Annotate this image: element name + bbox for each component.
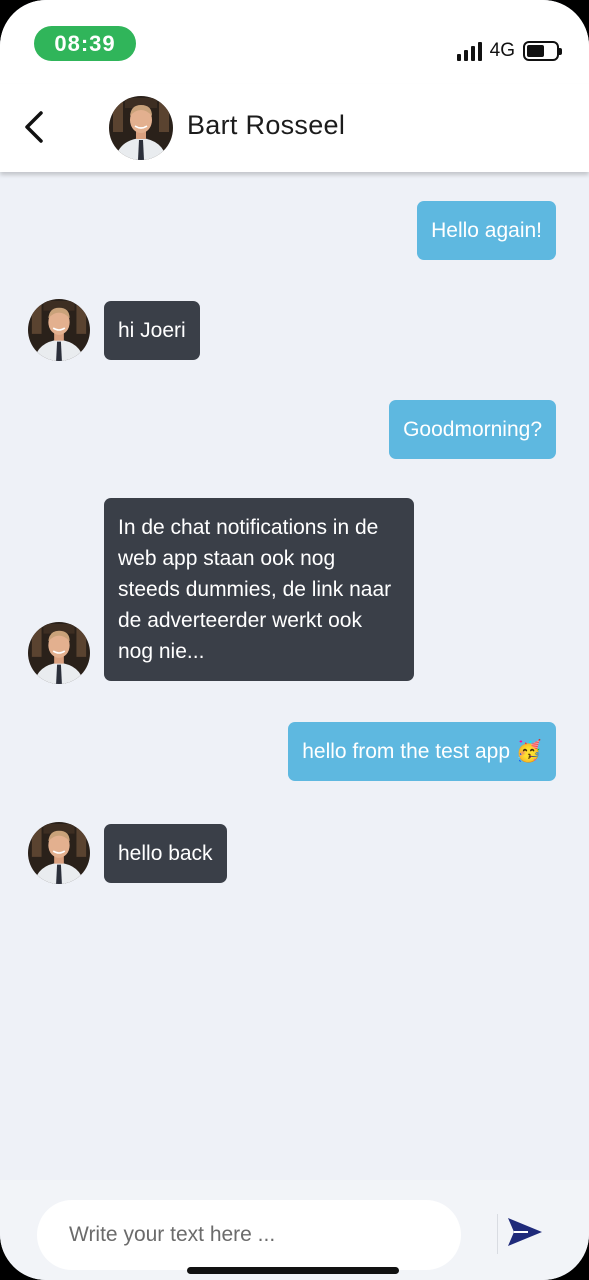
message-bubble-incoming[interactable]: In de chat notifications in de web app s… [104, 498, 414, 681]
send-button[interactable] [506, 1216, 546, 1250]
phone-screen: 08:39 4G Bart Rosseel Hello again! hi Jo… [0, 0, 589, 1280]
message-bubble-outgoing[interactable]: Hello again! [417, 201, 556, 260]
back-button[interactable] [14, 106, 54, 148]
status-indicators: 4G [456, 38, 562, 64]
battery-icon [523, 41, 562, 61]
chevron-left-icon [25, 111, 43, 143]
contact-name[interactable]: Bart Rosseel [187, 110, 345, 141]
divider [497, 1214, 498, 1254]
message-composer [0, 1180, 589, 1280]
message-bubble-incoming[interactable]: hi Joeri [104, 301, 200, 360]
home-indicator[interactable] [187, 1267, 399, 1274]
chat-header: Bart Rosseel [0, 84, 589, 172]
message-bubble-outgoing[interactable]: hello from the test app 🥳 [288, 722, 556, 781]
message-bubble-incoming[interactable]: hello back [104, 824, 227, 883]
network-type: 4G [489, 40, 515, 61]
contact-avatar [28, 299, 90, 361]
message-input[interactable] [37, 1200, 461, 1270]
signal-icon [456, 41, 482, 61]
message-bubble-outgoing[interactable]: Goodmorning? [389, 400, 556, 459]
message-list[interactable]: Hello again! hi Joeri Goodmorning? In de… [0, 172, 589, 1180]
contact-avatar[interactable] [109, 96, 173, 160]
status-bar: 08:39 4G [0, 0, 589, 84]
contact-avatar [28, 822, 90, 884]
send-icon [508, 1218, 542, 1246]
contact-avatar [28, 622, 90, 684]
status-time: 08:39 [34, 26, 136, 61]
